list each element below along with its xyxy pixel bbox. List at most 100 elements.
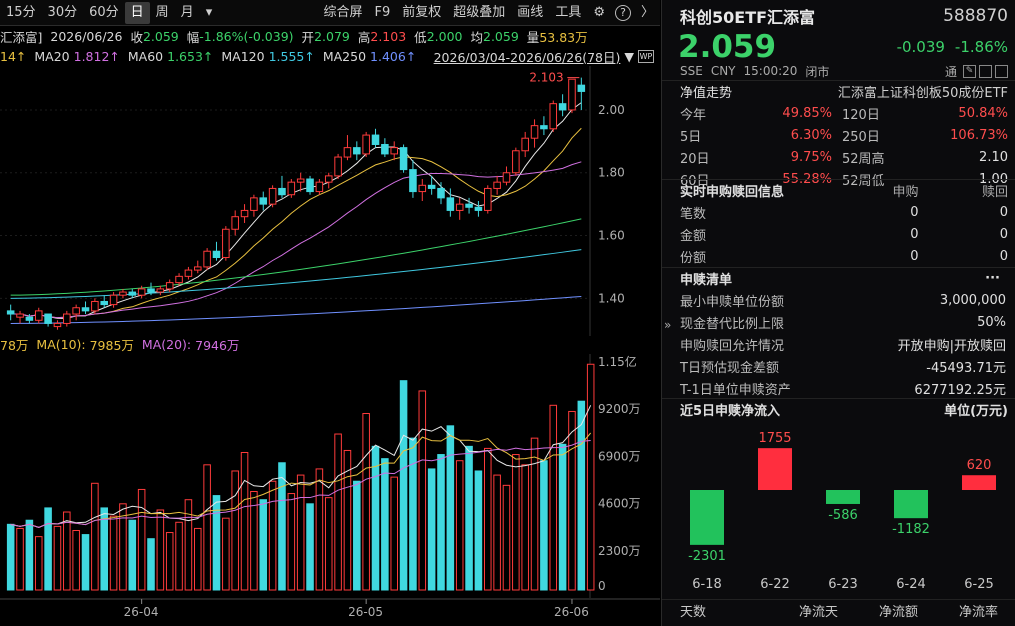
tool-draw[interactable]: 画线 bbox=[511, 2, 549, 24]
net-flow-bar bbox=[826, 490, 860, 504]
bottom-tabs: 天数 净流天 净流额 净流率 bbox=[662, 599, 1015, 621]
volume-bar bbox=[455, 460, 464, 591]
candle-body bbox=[184, 269, 193, 277]
current-price: 2.059 bbox=[678, 29, 777, 65]
tool-tools[interactable]: 工具 bbox=[549, 2, 587, 24]
volume-bar bbox=[53, 525, 62, 591]
chart-toolbar: 15分 30分 60分 日 周 月 ▾ 综合屏 F9 前复权 超级叠加 画线 工… bbox=[0, 0, 660, 26]
subscription-title: 实时申购赎回信息 bbox=[680, 185, 785, 200]
nav-trend-label: 净值走势 bbox=[680, 86, 733, 101]
subscription-section: 实时申购赎回信息 申购 赎回 笔数 0 0 金额 0 0 份额 0 0 bbox=[662, 179, 1015, 267]
nav-row[interactable]: 净值走势 汇添富上证科创板50成份ETF bbox=[662, 80, 1015, 102]
window-icon[interactable] bbox=[995, 64, 1008, 78]
candle-body bbox=[521, 137, 529, 152]
candle-body bbox=[390, 147, 398, 155]
candle-body bbox=[409, 169, 417, 193]
net-flow-date: 6-25 bbox=[964, 577, 994, 592]
list-row: T-1日单位申赎资产 6277192.25元 bbox=[680, 382, 1006, 398]
volume-bar bbox=[362, 413, 370, 591]
period-more-dropdown[interactable]: ▾ bbox=[200, 2, 219, 24]
volume-axis-tick: 9200万 bbox=[598, 402, 641, 416]
x-axis-tick: 26-05 bbox=[348, 605, 383, 619]
performance-table: 今年 49.85% 120日 50.84% 5日 6.30% 250日 106.73% 20日 9… bbox=[662, 102, 1015, 190]
period-day[interactable]: 日 bbox=[124, 1, 150, 24]
chart-panel[interactable]: 15分 30分 60分 日 周 月 ▾ 综合屏 F9 前复权 超级叠加 画线 工… bbox=[0, 0, 660, 626]
volume-bar bbox=[540, 460, 548, 591]
volume-bar bbox=[418, 390, 427, 591]
volume-axis-tick: 6900万 bbox=[598, 449, 641, 463]
collapse-arrow-icon[interactable]: 〉 bbox=[635, 2, 660, 24]
volume-bar bbox=[259, 499, 268, 591]
ma-info-line: 14↑ MA20 1.812↑ MA60 1.653↑ MA120 1.555↑… bbox=[0, 48, 654, 65]
volume-bar bbox=[34, 536, 43, 591]
fund-header: 科创50ETF汇添富 588870 bbox=[662, 4, 1015, 28]
candlestick-chart[interactable]: 2.00 1.80 1.60 1.40 2.103 bbox=[0, 66, 660, 336]
candle-body bbox=[109, 294, 118, 306]
net-flow-unit: 单位(万元) bbox=[944, 404, 1008, 419]
high-marker: 2.103 bbox=[529, 71, 563, 85]
candle-body bbox=[418, 184, 427, 193]
help-icon[interactable]: ? bbox=[614, 4, 631, 21]
tab-net-flow-days[interactable]: 净流天 bbox=[750, 601, 838, 620]
volume-bar bbox=[577, 400, 586, 591]
tool-overlay[interactable]: 超级叠加 bbox=[447, 2, 511, 24]
period-week[interactable]: 周 bbox=[150, 2, 175, 24]
candle-body bbox=[222, 228, 230, 259]
volume-bar bbox=[334, 433, 342, 591]
price-row: 2.059 -0.039 -1.86% bbox=[662, 29, 1015, 65]
candle-body bbox=[53, 322, 62, 328]
tab-net-flow-amount[interactable]: 净流额 bbox=[838, 601, 918, 620]
candle-body bbox=[128, 291, 137, 296]
candle-body bbox=[484, 187, 492, 211]
volume-bar bbox=[231, 470, 239, 591]
volume-bar bbox=[128, 519, 137, 591]
volume-bar bbox=[278, 462, 286, 591]
net-flow-value: -2301 bbox=[688, 549, 726, 564]
volume-bar bbox=[222, 517, 230, 591]
candle-body bbox=[63, 313, 71, 324]
candle-body bbox=[16, 313, 24, 318]
volume-info-line: 78万 MA(10): 7985万 MA(20): 7946万 bbox=[0, 336, 240, 353]
candle-body bbox=[250, 197, 258, 211]
tab-days[interactable]: 天数 bbox=[662, 601, 750, 620]
market-status: 闭市 bbox=[805, 64, 830, 79]
net-flow-date: 6-23 bbox=[828, 577, 858, 592]
period-30min[interactable]: 30分 bbox=[42, 2, 84, 24]
period-15min[interactable]: 15分 bbox=[0, 2, 42, 24]
candle-body bbox=[194, 266, 202, 271]
tool-f9[interactable]: F9 bbox=[369, 2, 397, 24]
volume-bar bbox=[409, 437, 417, 591]
perf-row: 今年 49.85% 120日 50.84% bbox=[680, 105, 1008, 123]
fund-info-panel: 科创50ETF汇添富 588870 2.059 -0.039 -1.86% SS… bbox=[661, 0, 1015, 626]
volume-bar bbox=[25, 519, 34, 591]
open-value: 2.079 bbox=[314, 28, 350, 44]
tool-adjust[interactable]: 前复权 bbox=[396, 2, 447, 24]
candle-body bbox=[577, 84, 586, 92]
candle-body bbox=[362, 134, 370, 155]
volume-bar bbox=[16, 527, 24, 591]
candle-body bbox=[502, 172, 511, 183]
more-icon[interactable]: ··· bbox=[985, 271, 1000, 286]
volume-bar bbox=[381, 458, 389, 591]
tab-net-flow-rate[interactable]: 净流率 bbox=[918, 601, 998, 620]
range-dropdown-icon[interactable]: ▼ bbox=[624, 49, 634, 64]
period-month[interactable]: 月 bbox=[175, 2, 200, 24]
expand-icon[interactable] bbox=[979, 64, 992, 78]
volume-bar bbox=[530, 437, 539, 591]
volume-bar bbox=[493, 474, 501, 591]
expand-panel-icon[interactable]: » bbox=[664, 318, 671, 332]
chart-mini-icon[interactable]: WP bbox=[638, 49, 654, 63]
candle-body bbox=[203, 250, 211, 268]
net-flow-chart[interactable]: -2301 6-18 1755 6-22 -586 6-23 -1182 6-24 620 6-2… bbox=[662, 420, 1015, 596]
volume-chart[interactable]: 1.15亿 9200万 6900万 4600万 2300万 0 bbox=[0, 354, 660, 598]
candle-body bbox=[427, 184, 436, 189]
period-60min[interactable]: 60分 bbox=[83, 2, 125, 24]
list-row: 申购赎回允许情况 开放申购|开放赎回 bbox=[680, 338, 1006, 354]
gear-icon[interactable]: ⚙ bbox=[587, 2, 611, 24]
net-flow-date: 6-22 bbox=[760, 577, 790, 592]
tool-composite-screen[interactable]: 综合屏 bbox=[318, 2, 369, 24]
fund-code: 588870 bbox=[943, 6, 1008, 26]
market-meta: SSE CNY 15:00:20 闭市 通 ✎ bbox=[662, 62, 1015, 80]
candle-body bbox=[119, 291, 127, 296]
edit-icon[interactable]: ✎ bbox=[963, 64, 976, 78]
